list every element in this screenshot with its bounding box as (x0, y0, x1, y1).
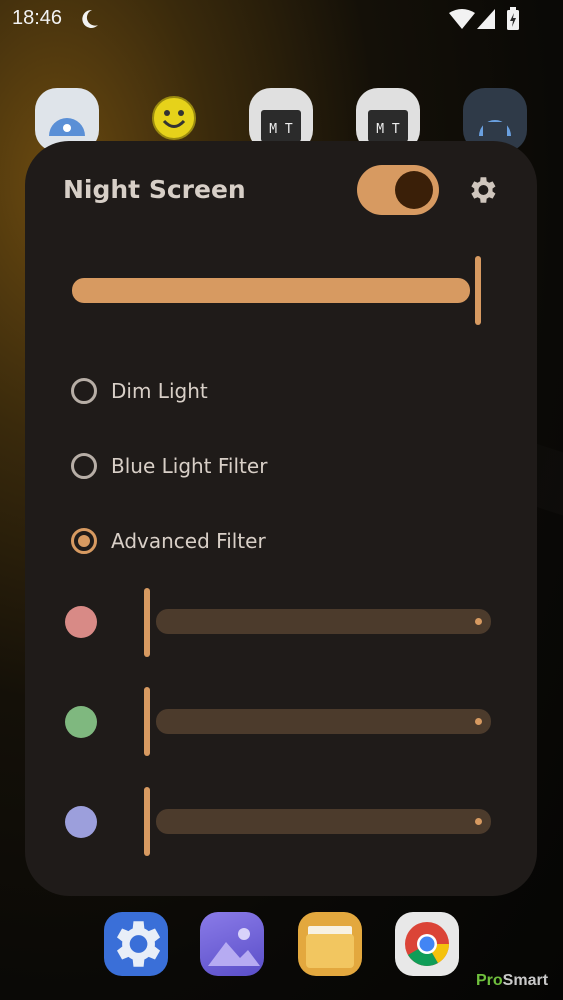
green-slider-handle[interactable] (144, 687, 150, 756)
blue-slider-track[interactable] (156, 809, 491, 834)
option-advanced-filter[interactable]: Advanced Filter (71, 524, 266, 558)
green-slider-track[interactable] (156, 709, 491, 734)
watermark: ProSmart (476, 972, 549, 989)
svg-text:M T: M T (376, 122, 400, 137)
red-slider-handle[interactable] (144, 588, 150, 657)
toggle-knob (395, 171, 433, 209)
panel-title: Night Screen (63, 175, 246, 204)
settings-app-icon[interactable] (104, 912, 168, 976)
battery-charging-icon (507, 7, 519, 30)
gallery-app-icon[interactable] (200, 912, 264, 976)
red-slider-track[interactable] (156, 609, 491, 634)
option-label: Dim Light (111, 379, 208, 403)
track-end-dot (475, 818, 482, 825)
chrome-app-icon[interactable] (395, 912, 459, 976)
signal-icon (477, 9, 495, 29)
option-label: Blue Light Filter (111, 454, 268, 478)
red-channel-dot (65, 606, 97, 638)
green-channel-dot (65, 706, 97, 738)
wifi-icon (449, 9, 475, 29)
moon-icon (82, 9, 98, 28)
track-end-dot (475, 618, 482, 625)
status-time: 18:46 (12, 7, 63, 29)
option-blue-light-filter[interactable]: Blue Light Filter (71, 449, 267, 483)
track-end-dot (475, 718, 482, 725)
option-dim-light[interactable]: Dim Light (71, 374, 208, 408)
intensity-slider-track[interactable] (72, 278, 470, 303)
night-screen-panel: Night Screen Dim Light Blue Light Filter… (25, 141, 537, 896)
blue-channel-dot (65, 806, 97, 838)
option-label: Advanced Filter (111, 529, 266, 553)
intensity-slider-handle[interactable] (475, 256, 481, 325)
radio-dim-light[interactable] (71, 378, 97, 404)
svg-text:M T: M T (269, 122, 293, 137)
status-bar: 18:46 (0, 0, 563, 40)
radio-advanced-filter[interactable] (71, 528, 97, 554)
radio-blue-light-filter[interactable] (71, 453, 97, 479)
night-screen-toggle[interactable] (357, 165, 439, 215)
blue-slider-handle[interactable] (144, 787, 150, 856)
gear-icon[interactable] (465, 173, 499, 207)
files-app-icon[interactable] (298, 912, 362, 976)
